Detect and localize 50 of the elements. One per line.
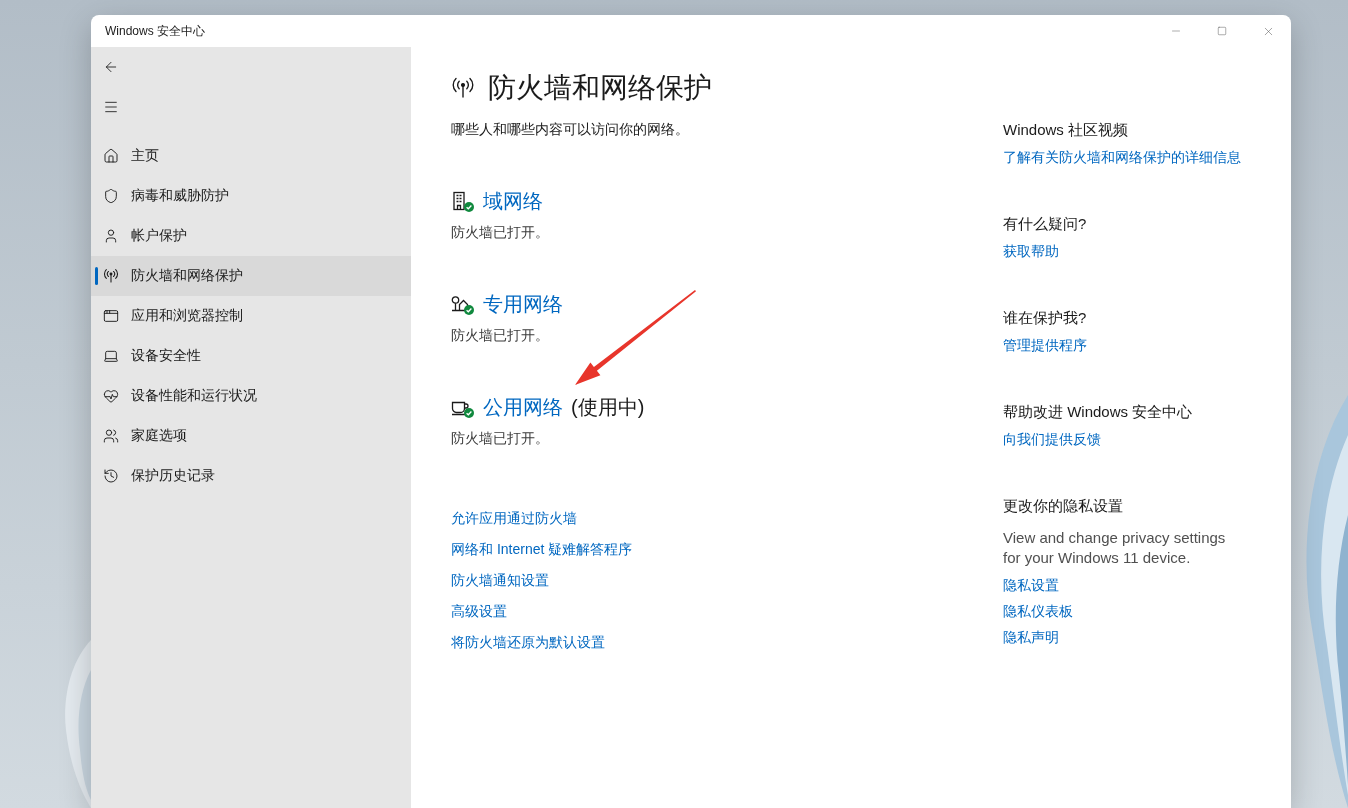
page-subtitle: 哪些人和哪些内容可以访问你的网络。	[451, 120, 690, 139]
section-heading: 更改你的隐私设置	[1003, 496, 1123, 516]
settings-link[interactable]: 允许应用通过防火墙	[451, 508, 577, 528]
tree-and-house-icon	[451, 294, 471, 314]
sidebar-item[interactable]: 帐户保护	[91, 216, 411, 256]
shield-icon	[103, 188, 119, 204]
settings-link[interactable]: 网络和 Internet 疑难解答程序	[451, 539, 633, 559]
firewall-status: 防火墙已打开。	[451, 326, 550, 345]
network-link[interactable]: 域网络	[483, 187, 543, 215]
sidebar-item[interactable]: 家庭选项	[91, 416, 411, 456]
settings-link[interactable]: 将防火墙还原为默认设置	[451, 632, 605, 652]
laptop-icon	[103, 348, 119, 364]
help-link[interactable]: 获取帮助	[1003, 241, 1059, 261]
settings-link[interactable]: 高级设置	[451, 601, 507, 621]
section-heading: Windows 社区视频	[1003, 120, 1129, 140]
wireless-signal-icon	[103, 268, 119, 284]
help-link[interactable]: 向我们提供反馈	[1003, 429, 1101, 449]
wireless-signal-icon	[451, 76, 475, 100]
sidebar-item[interactable]: 病毒和威胁防护	[91, 176, 411, 216]
app-window-icon	[103, 308, 119, 324]
sidebar-item[interactable]: 应用和浏览器控制	[91, 296, 411, 336]
history-icon	[103, 468, 119, 484]
network-link[interactable]: 专用网络	[483, 290, 563, 318]
firewall-status: 防火墙已打开。	[451, 223, 550, 242]
help-link[interactable]: 隐私声明	[1003, 627, 1059, 647]
sidebar-item[interactable]: 保护历史记录	[91, 456, 411, 496]
heart-pulse-icon	[103, 388, 119, 404]
home-icon	[103, 148, 119, 164]
help-link[interactable]: 隐私仪表板	[1003, 601, 1073, 621]
page-title: 防火墙和网络保护	[488, 71, 712, 105]
people-icon	[103, 428, 119, 444]
person-icon	[103, 228, 119, 244]
section-description: View and change privacy settings for your Windows 11 device.	[1003, 528, 1227, 568]
window-title: Windows 安全中心	[105, 22, 205, 40]
sidebar-item[interactable]: 设备安全性	[91, 336, 411, 376]
maximize-icon	[1217, 26, 1227, 36]
sidebar-item[interactable]: 主页	[91, 136, 411, 176]
section-heading: 帮助改进 Windows 安全中心	[1003, 402, 1193, 422]
settings-link[interactable]: 防火墙通知设置	[451, 570, 549, 590]
menu-icon	[103, 99, 119, 115]
section-heading: 有什么疑问?	[1003, 214, 1087, 234]
help-link[interactable]: 了解有关防火墙和网络保护的详细信息	[1003, 147, 1241, 167]
section-heading: 谁在保护我?	[1003, 308, 1087, 328]
network-link[interactable]: 公用网络	[483, 393, 563, 421]
help-link[interactable]: 隐私设置	[1003, 575, 1059, 595]
sidebar-item[interactable]: 防火墙和网络保护	[91, 256, 411, 296]
firewall-status: 防火墙已打开。	[451, 429, 550, 448]
in-use-label: (使用中)	[571, 395, 645, 420]
help-link[interactable]: 管理提供程序	[1003, 335, 1087, 355]
sidebar-item[interactable]: 设备性能和运行状况	[91, 376, 411, 416]
